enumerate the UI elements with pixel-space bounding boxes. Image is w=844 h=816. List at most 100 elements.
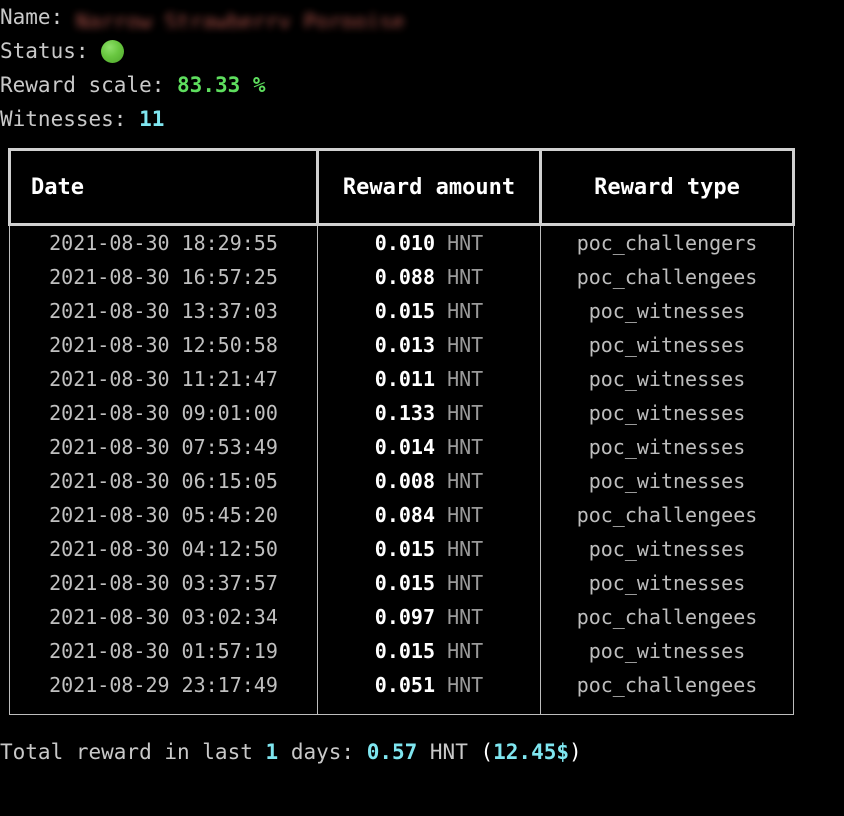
- table-bottom-spacer: [9, 702, 794, 715]
- cell-reward-amount: 0.084 HNT: [317, 498, 541, 532]
- reward-amount-number: 0.133: [374, 401, 436, 425]
- cell-date: 2021-08-30 01:57:19: [9, 634, 318, 668]
- reward-amount-unit: HNT: [447, 299, 484, 323]
- cell-reward-type: poc_challengers: [540, 224, 794, 260]
- table-row[interactable]: 2021-08-30 12:50:58 0.013 HNT poc_witnesse…: [9, 328, 794, 362]
- table-row[interactable]: 2021-08-30 13:37:03 0.015 HNT poc_witnesse…: [9, 294, 794, 328]
- cell-reward-type: poc_challengees: [540, 260, 794, 294]
- cell-reward-type: poc_witnesses: [540, 328, 794, 362]
- rewards-table-header: Date Reward amount Reward type: [8, 148, 795, 226]
- cell-reward-amount: 0.008 HNT: [317, 464, 541, 498]
- cell-reward-type: poc_witnesses: [540, 362, 794, 396]
- total-middle-label: days:: [278, 740, 367, 764]
- table-row[interactable]: 2021-08-30 09:01:00 0.133 HNT poc_witnesse…: [9, 396, 794, 430]
- total-usd-value: 12.45$: [493, 740, 569, 764]
- reward-amount-unit: HNT: [447, 571, 484, 595]
- reward-amount-unit: HNT: [447, 605, 484, 629]
- cell-reward-amount: 0.015 HNT: [317, 566, 541, 600]
- cell-date: 2021-08-29 23:17:49: [9, 668, 318, 702]
- table-row[interactable]: 2021-08-30 03:37:57 0.015 HNT poc_witnesse…: [9, 566, 794, 600]
- reward-amount-number: 0.015: [374, 571, 436, 595]
- reward-amount-number: 0.010: [374, 231, 436, 255]
- cell-reward-amount: 0.011 HNT: [317, 362, 541, 396]
- spacer-cell: [317, 702, 541, 715]
- name-label: Name:: [0, 5, 64, 29]
- cell-reward-amount: 0.013 HNT: [317, 328, 541, 362]
- rewards-table-wrapper: Date Reward amount Reward type 2021-08-3…: [8, 148, 795, 715]
- reward-amount-unit: HNT: [447, 673, 484, 697]
- cell-reward-amount: 0.015 HNT: [317, 294, 541, 328]
- cell-date: 2021-08-30 03:37:57: [9, 566, 318, 600]
- cell-reward-type: poc_witnesses: [540, 430, 794, 464]
- reward-amount-unit: HNT: [447, 639, 484, 663]
- cell-reward-type: poc_challengees: [540, 498, 794, 532]
- reward-scale-row: Reward scale: 83.33 %: [0, 68, 844, 102]
- header-row: Date Reward amount Reward type: [8, 148, 795, 226]
- rewards-table: Date Reward amount Reward type 2021-08-3…: [8, 148, 795, 715]
- reward-amount-number: 0.011: [374, 367, 436, 391]
- table-row[interactable]: 2021-08-30 04:12:50 0.015 HNT poc_witnesse…: [9, 532, 794, 566]
- witnesses-label: Witnesses:: [0, 107, 127, 131]
- table-row[interactable]: 2021-08-30 16:57:25 0.088 HNT poc_challeng…: [9, 260, 794, 294]
- reward-scale-value: 83.33 %: [177, 73, 266, 97]
- name-value-redacted: Narrow Strawberry Porpoise: [76, 4, 411, 28]
- cell-date: 2021-08-30 07:53:49: [9, 430, 318, 464]
- open-paren: (: [480, 740, 494, 764]
- rewards-table-body: 2021-08-30 18:29:55 0.010 HNT poc_challeng…: [9, 224, 794, 715]
- reward-amount-number: 0.013: [374, 333, 436, 357]
- table-row[interactable]: 2021-08-30 07:53:49 0.014 HNT poc_witnesse…: [9, 430, 794, 464]
- cell-reward-type: poc_witnesses: [540, 532, 794, 566]
- table-row[interactable]: 2021-08-29 23:17:49 0.051 HNT poc_challeng…: [9, 668, 794, 702]
- table-row[interactable]: 2021-08-30 06:15:05 0.008 HNT poc_witnesse…: [9, 464, 794, 498]
- table-row[interactable]: 2021-08-30 05:45:20 0.084 HNT poc_challeng…: [9, 498, 794, 532]
- total-prefix-label: Total reward in last: [0, 740, 266, 764]
- cell-reward-type: poc_witnesses: [540, 566, 794, 600]
- cell-date: 2021-08-30 18:29:55: [9, 224, 318, 260]
- status-row: Status:: [0, 34, 844, 68]
- cell-reward-amount: 0.051 HNT: [317, 668, 541, 702]
- cell-reward-amount: 0.097 HNT: [317, 600, 541, 634]
- total-hnt-value: 0.57: [366, 740, 418, 764]
- hotspot-info-block: Name: Narrow Strawberry Porpoise Status:…: [0, 0, 844, 136]
- cell-reward-type: poc_witnesses: [540, 396, 794, 430]
- total-days-value: 1: [265, 740, 279, 764]
- cell-date: 2021-08-30 09:01:00: [9, 396, 318, 430]
- total-reward-summary: Total reward in last 1 days: 0.57 HNT (1…: [0, 737, 844, 767]
- cell-reward-type: poc_witnesses: [540, 294, 794, 328]
- cell-reward-amount: 0.014 HNT: [317, 430, 541, 464]
- cell-reward-amount: 0.015 HNT: [317, 634, 541, 668]
- cell-reward-type: poc_challengees: [540, 600, 794, 634]
- spacer-cell: [540, 702, 794, 715]
- cell-date: 2021-08-30 13:37:03: [9, 294, 318, 328]
- reward-amount-unit: HNT: [447, 537, 484, 561]
- cell-reward-amount: 0.015 HNT: [317, 532, 541, 566]
- reward-amount-number: 0.015: [374, 299, 436, 323]
- cell-reward-type: poc_witnesses: [540, 464, 794, 498]
- reward-amount-number: 0.015: [374, 537, 436, 561]
- reward-amount-number: 0.051: [374, 673, 436, 697]
- name-value-text: Narrow Strawberry Porpoise: [75, 10, 405, 28]
- reward-amount-number: 0.014: [374, 435, 436, 459]
- reward-amount-number: 0.008: [374, 469, 436, 493]
- reward-amount-unit: HNT: [447, 231, 484, 255]
- column-header-date: Date: [8, 148, 319, 226]
- cell-reward-type: poc_challengees: [540, 668, 794, 702]
- table-row[interactable]: 2021-08-30 01:57:19 0.015 HNT poc_witnesse…: [9, 634, 794, 668]
- name-row: Name: Narrow Strawberry Porpoise: [0, 0, 844, 34]
- status-label: Status:: [0, 39, 89, 63]
- reward-scale-label: Reward scale:: [0, 73, 165, 97]
- table-row[interactable]: 2021-08-30 03:02:34 0.097 HNT poc_challeng…: [9, 600, 794, 634]
- witnesses-row: Witnesses: 11: [0, 102, 844, 136]
- table-row[interactable]: 2021-08-30 11:21:47 0.011 HNT poc_witnesse…: [9, 362, 794, 396]
- reward-amount-number: 0.097: [374, 605, 436, 629]
- terminal-screen: Name: Narrow Strawberry Porpoise Status:…: [0, 0, 844, 816]
- cell-date: 2021-08-30 16:57:25: [9, 260, 318, 294]
- reward-amount-number: 0.084: [374, 503, 436, 527]
- reward-amount-unit: HNT: [447, 435, 484, 459]
- table-row[interactable]: 2021-08-30 18:29:55 0.010 HNT poc_challeng…: [9, 224, 794, 260]
- reward-amount-unit: HNT: [447, 503, 484, 527]
- cell-date: 2021-08-30 11:21:47: [9, 362, 318, 396]
- column-header-reward-amount: Reward amount: [316, 148, 542, 226]
- spacer-cell: [9, 702, 318, 715]
- reward-amount-unit: HNT: [447, 401, 484, 425]
